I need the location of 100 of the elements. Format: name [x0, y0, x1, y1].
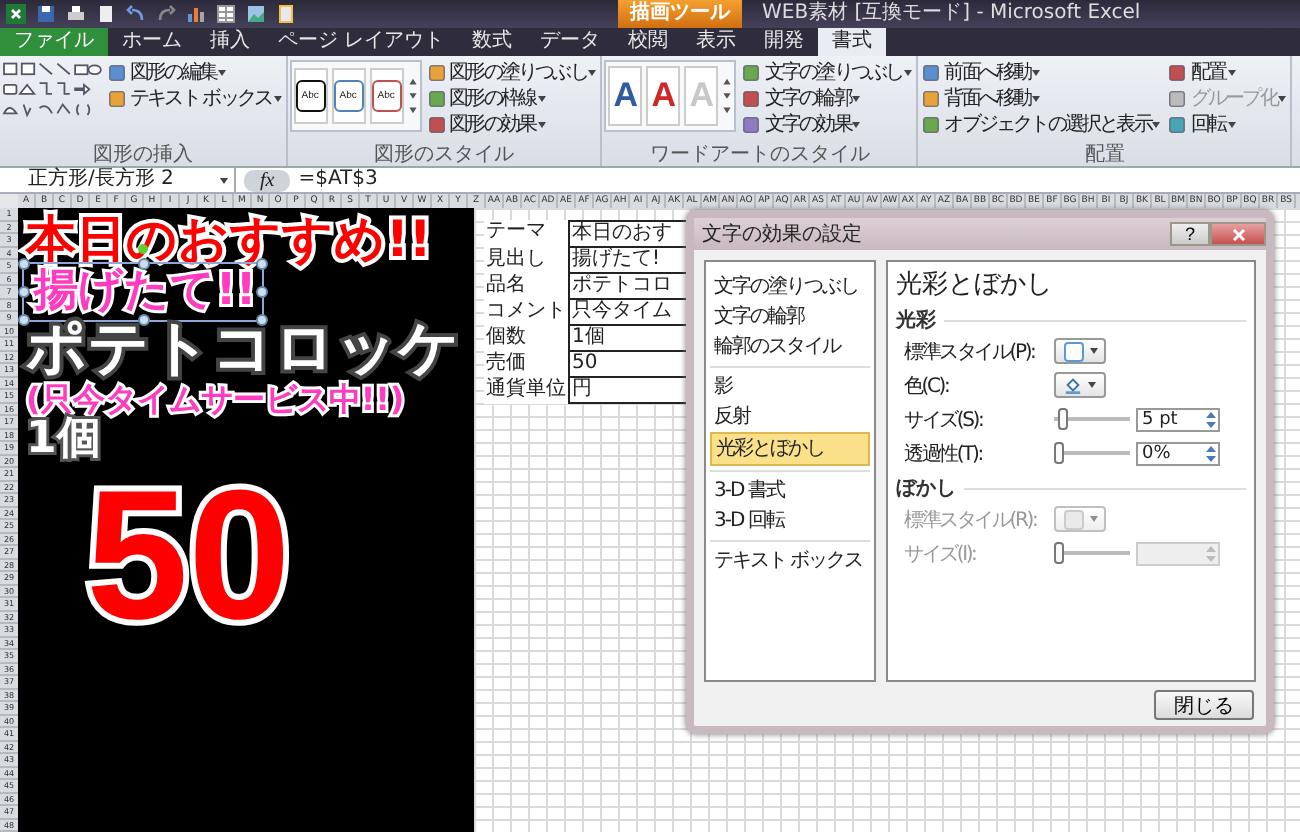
ribbon-button[interactable]: 背面へ移動: [920, 86, 1163, 112]
style-picker[interactable]: [1054, 338, 1106, 364]
ribbon-button[interactable]: 配置: [1166, 60, 1289, 86]
tile-icon: [108, 90, 126, 108]
ribbon-button[interactable]: 図形の編集: [106, 60, 284, 86]
caret-icon: [1089, 348, 1097, 354]
category-item[interactable]: 反射: [710, 402, 870, 432]
category-item[interactable]: 文字の塗りつぶし: [710, 272, 870, 302]
group-label: 配置: [1082, 144, 1127, 166]
column-icon[interactable]: [276, 4, 296, 24]
spin-field[interactable]: 5 pt: [1136, 407, 1220, 431]
tile-icon: [742, 90, 761, 108]
table-icon[interactable]: [216, 4, 236, 24]
poster-text[interactable]: ポテトコロッケ: [26, 315, 460, 382]
document-icon[interactable]: [96, 4, 116, 24]
ribbon-button[interactable]: 図形の効果: [425, 112, 599, 138]
field-label: 標準スタイル(R):: [904, 507, 1039, 533]
tile-icon: [1168, 64, 1187, 82]
ribbon-tab[interactable]: 挿入: [196, 28, 264, 56]
ribbon-tab[interactable]: ファイル: [0, 28, 108, 56]
caret-icon: [588, 70, 597, 76]
poster-text[interactable]: (只今タイムサービス中!!): [26, 381, 405, 417]
ribbon-tab[interactable]: ホーム: [108, 28, 196, 56]
section-title: ぼかし: [896, 476, 956, 502]
tile-icon: [922, 90, 941, 108]
slider-thumb[interactable]: [1054, 442, 1064, 464]
chart-icon[interactable]: [186, 4, 206, 24]
group-label: 図形のスタイル: [372, 144, 516, 166]
wordart-style-swatch[interactable]: A: [646, 66, 681, 126]
app-icon[interactable]: [6, 4, 26, 24]
ribbon-tab[interactable]: 書式: [818, 28, 887, 56]
caret-icon: [1088, 382, 1097, 388]
formula-field[interactable]: =$AT$3: [298, 168, 378, 192]
ribbon-tab[interactable]: データ: [526, 28, 615, 56]
slider-thumb[interactable]: [1057, 408, 1068, 430]
category-item[interactable]: 影: [710, 372, 870, 402]
table-cell: ポテトコロ: [568, 274, 692, 300]
table-cell: 見出し: [484, 248, 568, 274]
ribbon-button[interactable]: 前面へ移動: [920, 60, 1163, 86]
close-dialog-button[interactable]: 閉じる: [1154, 689, 1254, 719]
caret-icon: [852, 96, 861, 102]
caret-icon: [537, 96, 546, 102]
ribbon-tab[interactable]: 開発: [750, 28, 819, 56]
section-title: 光彩: [896, 307, 936, 334]
redo-icon[interactable]: [156, 4, 176, 24]
ribbon-button[interactable]: 文字の効果: [740, 112, 915, 138]
paint-bucket-icon: [1063, 376, 1082, 394]
tile-icon: [1168, 116, 1187, 134]
category-item[interactable]: 輪郭のスタイル: [710, 332, 870, 362]
tile-icon: [108, 64, 126, 82]
poster-text[interactable]: 50: [86, 464, 291, 649]
field-label: 標準スタイル(P):: [904, 339, 1037, 365]
table-cell: 通貨単位: [484, 378, 568, 404]
category-item[interactable]: 文字の輪郭: [710, 302, 870, 332]
field-label: サイズ(S):: [904, 407, 985, 433]
ribbon-tab[interactable]: 表示: [682, 28, 751, 56]
context-tab-label: 描画ツール: [618, 0, 742, 28]
poster-text[interactable]: 1個: [26, 416, 101, 465]
help-button[interactable]: ?: [1170, 222, 1210, 246]
color-picker[interactable]: [1054, 372, 1106, 398]
insert-function-button[interactable]: fx: [244, 169, 291, 191]
ribbon-button[interactable]: 回転: [1166, 112, 1289, 138]
undo-icon[interactable]: [126, 4, 146, 24]
panel-heading: 光彩とぼかし: [896, 268, 1054, 302]
ribbon-button[interactable]: 文字の塗りつぶし: [740, 60, 915, 86]
category-item[interactable]: 3-D 回転: [710, 506, 870, 536]
ribbon-button[interactable]: 文字の輪郭: [740, 86, 915, 112]
field-label: 透過性(T):: [904, 441, 984, 467]
table-cell: 只今タイム: [568, 300, 692, 326]
ribbon-button[interactable]: オブジェクトの選択と表示: [920, 112, 1163, 138]
table-cell: 1個: [568, 326, 692, 352]
category-item[interactable]: テキスト ボックス: [710, 546, 870, 576]
ribbon-button[interactable]: 図形の枠線: [425, 86, 599, 112]
group-label: 図形の挿入: [90, 144, 195, 166]
spin-field[interactable]: 0%: [1136, 441, 1220, 465]
ribbon-tab[interactable]: 数式: [458, 28, 527, 56]
caret-icon: [1227, 122, 1236, 128]
spin-arrows-icon[interactable]: [1204, 443, 1218, 463]
ribbon-tab[interactable]: ページ レイアウト: [264, 28, 459, 56]
save-icon[interactable]: [36, 4, 56, 24]
table-cell: 揚げたて!: [568, 248, 692, 274]
group-label: ワードアートのスタイル: [647, 144, 872, 166]
table-cell: 品名: [484, 274, 568, 300]
caret-icon: [273, 96, 282, 102]
category-item[interactable]: 光彩とぼかし: [710, 432, 870, 466]
ribbon-tab[interactable]: 校閲: [614, 28, 683, 56]
wordart-style-swatch[interactable]: A: [608, 66, 643, 126]
close-button[interactable]: [1210, 222, 1266, 246]
dialog-title: 文字の効果の設定: [702, 221, 864, 248]
picture-icon[interactable]: [246, 4, 266, 24]
ribbon-button[interactable]: 図形の塗りつぶし: [425, 60, 599, 86]
table-cell: テーマ: [484, 220, 568, 248]
printer-icon[interactable]: [66, 4, 86, 24]
name-box[interactable]: 正方形/長方形 2: [0, 168, 236, 192]
caret-icon: [1227, 70, 1236, 76]
ribbon-button[interactable]: テキスト ボックス: [106, 86, 284, 112]
caret-icon: [1278, 96, 1287, 102]
window-title: WEB素材 [互換モード] - Microsoft Excel: [762, 0, 1141, 28]
category-item[interactable]: 3-D 書式: [710, 476, 870, 506]
spin-arrows-icon[interactable]: [1204, 409, 1218, 429]
